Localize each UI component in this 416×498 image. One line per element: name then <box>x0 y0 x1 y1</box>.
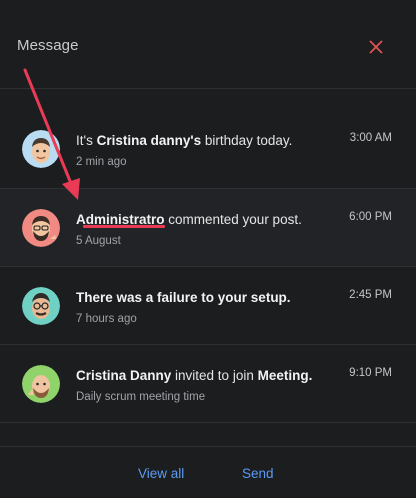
notification-list: It's Cristina danny's birthday today. 2 … <box>0 110 416 423</box>
notification-item[interactable]: It's Cristina danny's birthday today. 2 … <box>0 110 416 189</box>
avatar <box>22 287 60 325</box>
view-all-link[interactable]: View all <box>138 466 184 481</box>
notification-item[interactable]: Cristina Danny invited to join Meeting. … <box>0 345 416 423</box>
notification-subtext: 5 August <box>76 235 121 247</box>
close-icon[interactable] <box>368 39 384 55</box>
notification-item[interactable]: Administratro commented your post. 5 Aug… <box>0 189 416 267</box>
notification-time: 6:00 PM <box>349 211 392 223</box>
notification-time: 9:10 PM <box>349 367 392 379</box>
notification-time: 3:00 AM <box>349 132 392 144</box>
notification-subtext: 2 min ago <box>76 156 127 168</box>
avatar <box>22 209 60 247</box>
notification-message: Cristina Danny invited to join Meeting. <box>76 368 313 383</box>
message-panel: Message It's Cristina danny's birthday t… <box>0 0 416 497</box>
highlight-underline <box>83 225 165 228</box>
notification-item[interactable]: There was a failure to your setup. 7 hou… <box>0 267 416 345</box>
panel-footer: View all Send <box>0 446 416 498</box>
panel-header: Message <box>0 0 416 89</box>
avatar <box>22 130 60 168</box>
send-link[interactable]: Send <box>242 466 274 481</box>
avatar <box>22 365 60 403</box>
panel-title: Message <box>17 37 79 54</box>
notification-time: 2:45 PM <box>349 289 392 301</box>
notification-message: It's Cristina danny's birthday today. <box>76 133 293 148</box>
notification-subtext: Daily scrum meeting time <box>76 391 206 403</box>
notification-subtext: 7 hours ago <box>76 313 137 325</box>
notification-message: There was a failure to your setup. <box>76 290 291 305</box>
